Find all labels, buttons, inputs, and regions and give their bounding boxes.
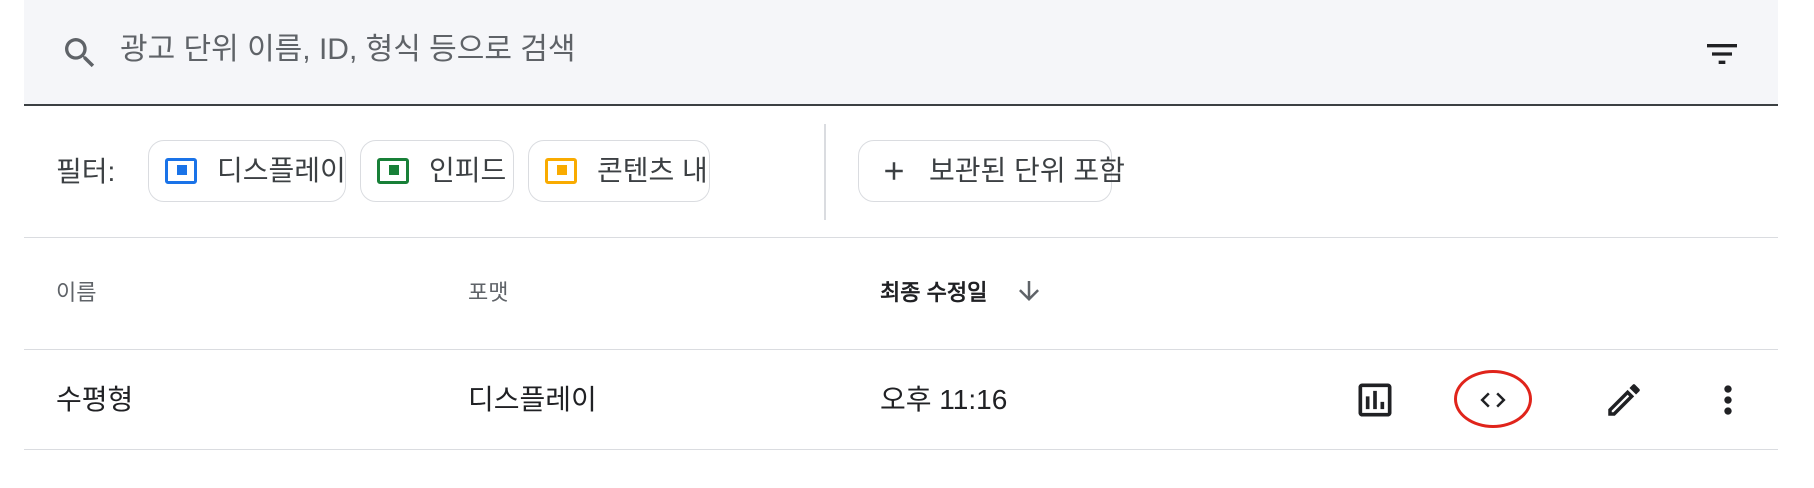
bar-chart-icon: [1358, 383, 1392, 417]
ad-units-panel: 광고 단위 이름, ID, 형식 등으로 검색 필터: 디스플레이 인피드 콘텐…: [24, 0, 1778, 488]
filter-row: 필터: 디스플레이 인피드 콘텐츠 내 보관된 단위 포함: [24, 106, 1778, 238]
code-icon: [1480, 392, 1506, 408]
filter-chip-label: 콘텐츠 내: [597, 155, 708, 186]
row-modified: 오후 11:16: [880, 384, 1008, 415]
report-button[interactable]: [1349, 374, 1401, 426]
filter-chip-in-article[interactable]: 콘텐츠 내: [528, 140, 710, 202]
more-options-button[interactable]: [1702, 374, 1754, 426]
plus-icon: [885, 162, 903, 180]
table-row[interactable]: 수평형 디스플레이 오후 11:16: [24, 350, 1778, 450]
more-vert-icon: [1724, 385, 1732, 415]
include-archived-label: 보관된 단위 포함: [929, 155, 1125, 186]
column-header-format[interactable]: 포맷: [468, 278, 508, 308]
row-format: 디스플레이: [468, 384, 597, 415]
in-article-ad-icon: [545, 158, 577, 184]
include-archived-chip[interactable]: 보관된 단위 포함: [858, 140, 1125, 202]
table-header: 이름 포맷 최종 수정일: [24, 238, 1778, 350]
pencil-icon: [1608, 384, 1640, 416]
search-bar[interactable]: 광고 단위 이름, ID, 형식 등으로 검색: [24, 0, 1778, 106]
filter-label: 필터:: [56, 156, 116, 187]
column-header-modified[interactable]: 최종 수정일: [880, 278, 987, 308]
filter-chip-label: 인피드: [429, 155, 507, 186]
column-header-name[interactable]: 이름: [56, 278, 96, 308]
search-icon: [65, 38, 95, 68]
edit-button[interactable]: [1598, 374, 1650, 426]
display-ad-icon: [165, 158, 197, 184]
filter-chip-label: 디스플레이: [217, 155, 346, 186]
filter-chip-infeed[interactable]: 인피드: [360, 140, 514, 202]
search-input[interactable]: 광고 단위 이름, ID, 형식 등으로 검색: [120, 30, 575, 70]
filter-divider: [824, 124, 826, 220]
filter-list-icon[interactable]: [1702, 34, 1742, 74]
arrow-downward-icon[interactable]: [1014, 276, 1044, 306]
infeed-ad-icon: [377, 158, 409, 184]
get-code-button[interactable]: [1467, 374, 1519, 426]
filter-chip-display[interactable]: 디스플레이: [148, 140, 346, 202]
row-name[interactable]: 수평형: [56, 382, 133, 418]
